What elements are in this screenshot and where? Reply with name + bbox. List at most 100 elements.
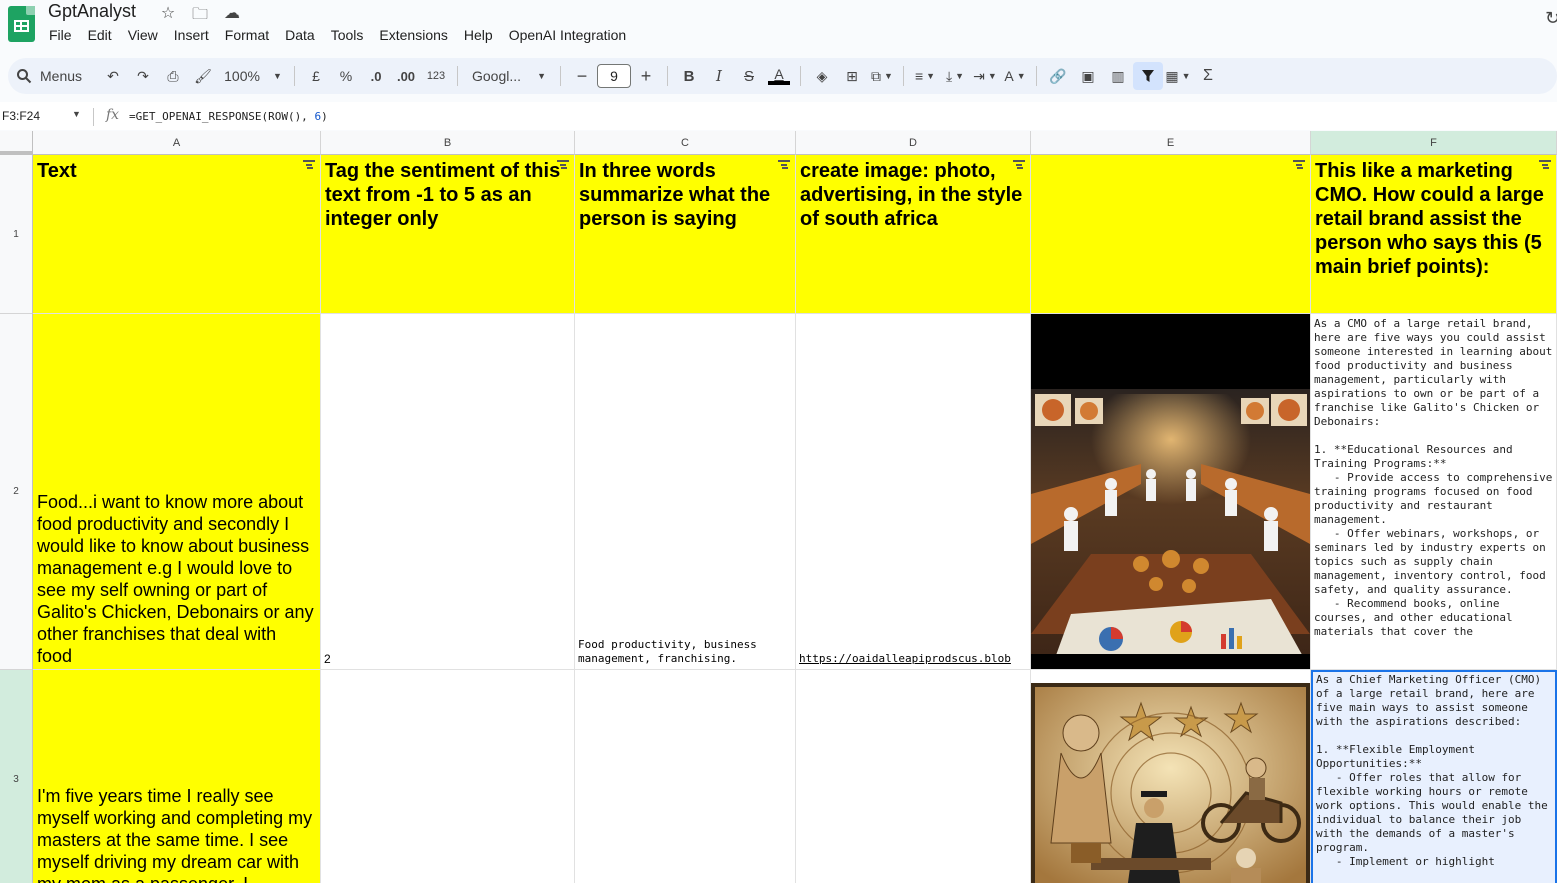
- sheets-logo-icon[interactable]: [8, 6, 35, 42]
- cell-e2[interactable]: [1031, 314, 1311, 670]
- paint-format-icon[interactable]: 🖌: [188, 62, 218, 90]
- header-cell-a[interactable]: Text: [33, 155, 321, 314]
- column-header-c[interactable]: C: [575, 131, 796, 155]
- cell-a3[interactable]: I'm five years time I really see myself …: [33, 670, 321, 883]
- menu-tools[interactable]: Tools: [331, 27, 364, 43]
- text-color-button[interactable]: A: [764, 62, 794, 90]
- insert-comment-icon[interactable]: ▣: [1073, 62, 1103, 90]
- menu-edit[interactable]: Edit: [88, 27, 112, 43]
- cell-c2[interactable]: Food productivity, business management, …: [575, 314, 796, 670]
- menu-view[interactable]: View: [128, 27, 158, 43]
- menu-openai-integration[interactable]: OpenAI Integration: [509, 27, 627, 43]
- redo-icon[interactable]: ↷: [128, 62, 158, 90]
- cell-f2[interactable]: As a CMO of a large retail brand, here a…: [1311, 314, 1557, 670]
- increase-decimal-button[interactable]: .00: [391, 62, 421, 90]
- column-header-a[interactable]: A: [33, 131, 321, 155]
- column-header-d[interactable]: D: [796, 131, 1031, 155]
- menu-format[interactable]: Format: [225, 27, 269, 43]
- menu-help[interactable]: Help: [464, 27, 493, 43]
- percent-format-button[interactable]: %: [331, 62, 361, 90]
- search-menus[interactable]: Menus: [8, 62, 98, 90]
- cell-d3[interactable]: [796, 670, 1031, 883]
- move-folder-icon[interactable]: 🗀: [190, 3, 210, 30]
- cell-b2[interactable]: 2: [321, 314, 575, 670]
- more-formats-button[interactable]: 123: [421, 62, 451, 90]
- header-cell-c[interactable]: In three words summarize what the person…: [575, 155, 796, 314]
- row-header-1[interactable]: 1: [0, 155, 33, 314]
- vertical-align-icon[interactable]: ⤓ ▼: [940, 62, 970, 90]
- filter-menu-icon[interactable]: [557, 160, 569, 168]
- row-header-2[interactable]: 2: [0, 314, 33, 670]
- menu-insert[interactable]: Insert: [174, 27, 209, 43]
- formula-input[interactable]: =GET_OPENAI_RESPONSE(ROW(), 6): [129, 110, 328, 123]
- filter-icon[interactable]: [1133, 62, 1163, 90]
- header-text-d: create image: photo, advertising, in the…: [800, 160, 1023, 230]
- fill-color-icon[interactable]: ◈: [807, 62, 837, 90]
- undo-icon[interactable]: ↶: [98, 62, 128, 90]
- toolbar-divider: [457, 66, 458, 86]
- italic-button[interactable]: I: [704, 62, 734, 90]
- filter-menu-icon[interactable]: [1539, 160, 1551, 168]
- column-header-b[interactable]: B: [321, 131, 575, 155]
- cell-f3-selected[interactable]: As a Chief Marketing Officer (CMO) of a …: [1311, 670, 1557, 883]
- horizontal-align-icon[interactable]: ≡ ▼: [910, 62, 940, 90]
- cloud-status-icon[interactable]: ☁: [222, 3, 242, 30]
- select-all-corner[interactable]: [0, 131, 33, 155]
- text-color-swatch: [768, 81, 790, 85]
- font-size-input[interactable]: 9: [597, 64, 631, 88]
- cell-b3[interactable]: [321, 670, 575, 883]
- toolbar-divider: [294, 66, 295, 86]
- menu-file[interactable]: File: [49, 27, 72, 43]
- insert-chart-icon[interactable]: ▥: [1103, 62, 1133, 90]
- row-header-3[interactable]: 3: [0, 670, 33, 883]
- header-text-a: Text: [37, 160, 77, 182]
- strikethrough-icon[interactable]: S: [734, 62, 764, 90]
- filter-menu-icon[interactable]: [778, 160, 790, 168]
- zoom-select[interactable]: 100% ▼: [218, 62, 288, 90]
- text-rotation-icon[interactable]: A ▼: [1000, 62, 1030, 90]
- generated-image-mural[interactable]: [1031, 683, 1310, 883]
- text-wrapping-icon[interactable]: ⇥ ▼: [970, 62, 1000, 90]
- star-icon[interactable]: ☆: [158, 3, 178, 30]
- filter-views-icon[interactable]: ▦ ▼: [1163, 62, 1193, 90]
- toolbar: Menus ↶ ↷ ⎙ 🖌 100% ▼ £ % .0 .00 123 Goog…: [8, 58, 1557, 94]
- cell-c3[interactable]: [575, 670, 796, 883]
- header-cell-e[interactable]: [1031, 155, 1311, 314]
- formula-divider: [93, 108, 94, 126]
- column-header-f[interactable]: F: [1311, 131, 1557, 155]
- insert-link-icon[interactable]: 🔗: [1043, 62, 1073, 90]
- header-cell-d[interactable]: create image: photo, advertising, in the…: [796, 155, 1031, 314]
- currency-format-button[interactable]: £: [301, 62, 331, 90]
- cell-d2-image-link[interactable]: https://oaidalleapiprodscus.blob: [799, 652, 1011, 666]
- menu-extensions[interactable]: Extensions: [379, 27, 447, 43]
- generated-image-kitchen[interactable]: [1031, 314, 1310, 669]
- name-box[interactable]: F3:F24: [2, 109, 40, 123]
- bold-button[interactable]: B: [674, 62, 704, 90]
- column-header-e[interactable]: E: [1031, 131, 1311, 155]
- font-select[interactable]: Googl... ▼: [464, 62, 554, 90]
- filter-menu-icon[interactable]: [1293, 160, 1305, 168]
- increase-font-size-icon[interactable]: +: [631, 62, 661, 90]
- font-name: Googl...: [472, 68, 522, 84]
- formula-prefix: =GET_OPENAI_RESPONSE(ROW(),: [129, 110, 315, 123]
- header-cell-f[interactable]: This like a marketing CMO. How could a l…: [1311, 155, 1557, 314]
- decrease-decimal-button[interactable]: .0: [361, 62, 391, 90]
- document-title[interactable]: GptAnalyst: [48, 1, 136, 22]
- chevron-down-icon[interactable]: ▼: [72, 109, 81, 119]
- print-icon[interactable]: ⎙: [158, 62, 188, 90]
- merge-cells-icon[interactable]: ⧉ ▼: [867, 62, 897, 90]
- decrease-font-size-icon[interactable]: −: [567, 62, 597, 90]
- filter-menu-icon[interactable]: [1013, 160, 1025, 168]
- cell-e3[interactable]: [1031, 670, 1311, 883]
- cell-a2[interactable]: Food...i want to know more about food pr…: [33, 314, 321, 670]
- version-history-icon[interactable]: ↻: [1545, 8, 1557, 29]
- chevron-down-icon: ▼: [272, 71, 282, 81]
- filter-menu-icon[interactable]: [303, 160, 315, 168]
- cell-d2[interactable]: https://oaidalleapiprodscus.blob: [796, 314, 1031, 670]
- spreadsheet-grid: A B C D E F 1 2 3 Text Tag the sentiment…: [0, 131, 1557, 883]
- cell-f2-cmo-response: As a CMO of a large retail brand, here a…: [1314, 317, 1553, 638]
- functions-button[interactable]: Σ: [1193, 62, 1223, 90]
- menu-data[interactable]: Data: [285, 27, 315, 43]
- header-cell-b[interactable]: Tag the sentiment of this text from -1 t…: [321, 155, 575, 314]
- borders-icon[interactable]: ⊞: [837, 62, 867, 90]
